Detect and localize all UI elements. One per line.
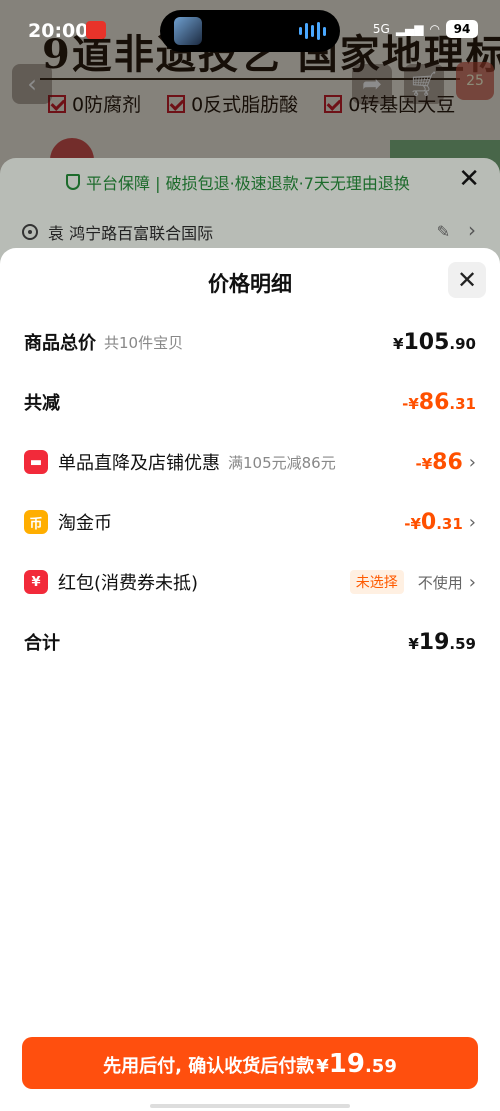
sheet-title: 价格明细 (208, 272, 292, 296)
chevron-right-icon[interactable]: › (468, 218, 476, 242)
total-price-row: 商品总价 共10件宝贝 ¥105.90 (24, 322, 476, 362)
reduction-row: 共减 -¥ 86.31 (24, 382, 476, 422)
not-selected-badge: 未选择 (349, 570, 404, 594)
status-time: 20:00 (28, 20, 89, 42)
reduction-value: -¥ 86.31 (402, 389, 476, 415)
chevron-right-icon: › (468, 451, 476, 473)
sum-row: 合计 ¥19.59 (24, 622, 476, 662)
audio-wave-icon (299, 22, 326, 40)
address-text: 袁 鸿宁路百富联合国际 (48, 224, 214, 243)
network-label: 5G (372, 22, 390, 36)
battery-icon: 94 (446, 20, 478, 38)
taojinbi-label: 淘金币 (58, 513, 112, 534)
address-row[interactable]: 袁 鸿宁路百富联合国际 (22, 220, 213, 244)
red-packet-label: 红包(消费券未抵) (58, 573, 199, 594)
edit-icon[interactable]: ✎ (437, 222, 450, 241)
shop-discount-row[interactable]: ▬ 单品直降及店铺优惠 满105元减86元 -¥ 86 › (24, 442, 476, 482)
shop-discount-condition: 满105元减86元 (228, 453, 336, 472)
sum-label: 合计 (24, 633, 60, 654)
total-price-label: 商品总价 (24, 333, 96, 354)
home-indicator[interactable] (150, 1104, 350, 1108)
media-thumbnail (174, 17, 202, 45)
pay-later-button[interactable]: 先用后付, 确认收货后付款 ¥19.59 (22, 1037, 478, 1089)
red-packet-value: 不使用 (417, 573, 463, 592)
wifi-icon: ◠ (429, 22, 440, 36)
shop-discount-label: 单品直降及店铺优惠 (58, 453, 220, 474)
taojinbi-value: -¥ 0.31 (404, 509, 463, 535)
close-icon: ✕ (456, 266, 478, 294)
status-icons: 5G ▂▄▆ ◠ 94 (373, 20, 478, 38)
signal-icon: ▂▄▆ (395, 22, 424, 36)
coin-icon: 币 (24, 510, 48, 534)
close-icon[interactable]: ✕ (458, 166, 480, 192)
location-icon (22, 224, 38, 240)
dynamic-island[interactable] (160, 10, 340, 52)
shop-discount-value: -¥ 86 (415, 449, 463, 475)
shield-icon (66, 174, 80, 190)
price-detail-sheet: 价格明细 ✕ 商品总价 共10件宝贝 ¥105.90 共减 -¥ 86.31 ▬ … (0, 248, 500, 1111)
reduction-label: 共减 (24, 393, 60, 414)
pay-button-label: 先用后付, 确认收货后付款 (103, 1056, 315, 1077)
shop-discount-icon: ▬ (24, 450, 48, 474)
red-packet-row[interactable]: ¥ 红包(消费券未抵) 未选择 不使用 › (24, 562, 476, 602)
platform-guarantee: 平台保障 | 破损包退·极速退款·7天无理由退换 (66, 170, 410, 194)
item-count: 共10件宝贝 (104, 333, 184, 352)
chevron-right-icon: › (468, 571, 476, 593)
red-packet-icon: ¥ (24, 570, 48, 594)
app-notification-icon (86, 21, 106, 39)
close-button[interactable]: ✕ (448, 262, 486, 298)
status-bar: 20:00 5G ▂▄▆ ◠ 94 (0, 0, 500, 60)
chevron-right-icon: › (468, 511, 476, 533)
taojinbi-row[interactable]: 币 淘金币 -¥ 0.31 › (24, 502, 476, 542)
sum-value: ¥19.59 (408, 629, 476, 655)
total-price-value: ¥105.90 (393, 329, 476, 355)
guarantee-text: 平台保障 | 破损包退·极速退款·7天无理由退换 (86, 174, 410, 193)
